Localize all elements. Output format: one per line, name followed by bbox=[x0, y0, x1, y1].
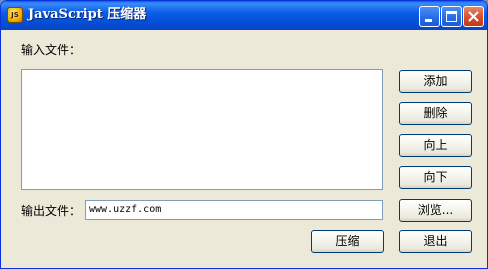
close-icon bbox=[468, 11, 479, 22]
close-window-button[interactable] bbox=[463, 6, 484, 27]
input-files-label: 输入文件： bbox=[21, 43, 82, 57]
move-up-button[interactable]: 向上 bbox=[399, 134, 472, 157]
move-down-button[interactable]: 向下 bbox=[399, 166, 472, 189]
delete-button[interactable]: 删除 bbox=[399, 102, 472, 125]
compressor-window: JS JavaScript 压缩器 输入文件： 输出文件： www.uzzf.c… bbox=[0, 0, 488, 269]
compress-button[interactable]: 压缩 bbox=[311, 230, 384, 253]
javascript-app-icon: JS bbox=[7, 7, 23, 23]
title-bar[interactable]: JS JavaScript 压缩器 bbox=[1, 1, 487, 30]
input-files-list[interactable] bbox=[21, 69, 383, 190]
maximize-icon bbox=[446, 11, 457, 22]
maximize-button[interactable] bbox=[441, 6, 462, 27]
minimize-button[interactable] bbox=[419, 6, 440, 27]
add-button[interactable]: 添加 bbox=[399, 70, 472, 93]
exit-button[interactable]: 退出 bbox=[399, 230, 472, 253]
minimize-icon bbox=[425, 19, 432, 22]
output-file-label: 输出文件： bbox=[21, 204, 82, 218]
window-title: JavaScript 压缩器 bbox=[28, 7, 147, 22]
output-file-input[interactable]: www.uzzf.com bbox=[85, 200, 383, 220]
browse-button[interactable]: 浏览... bbox=[399, 199, 472, 222]
